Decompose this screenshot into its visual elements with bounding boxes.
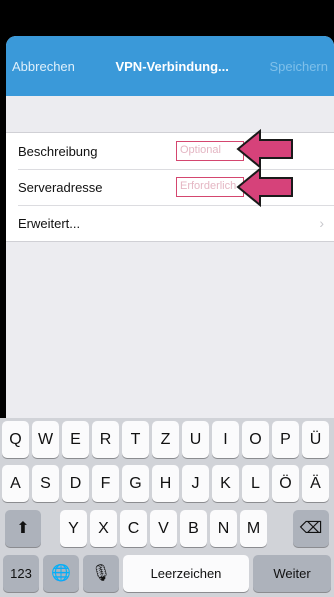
letter-key[interactable]: H [152, 465, 179, 502]
letter-key[interactable]: N [210, 510, 237, 547]
letter-key[interactable]: Ä [302, 465, 329, 502]
return-key[interactable]: Weiter [253, 555, 331, 592]
letter-key[interactable]: U [182, 421, 209, 458]
letter-key[interactable]: L [242, 465, 269, 502]
letter-key[interactable]: Ü [302, 421, 329, 458]
letter-key[interactable]: I [212, 421, 239, 458]
letter-key[interactable]: X [90, 510, 117, 547]
letter-key[interactable]: F [92, 465, 119, 502]
letter-key[interactable]: R [92, 421, 119, 458]
description-input[interactable]: Optional [176, 141, 244, 161]
letter-key[interactable]: E [62, 421, 89, 458]
letter-key[interactable]: C [120, 510, 147, 547]
letter-key[interactable]: Q [2, 421, 29, 458]
keyboard-row-2: ASDFGHJKLÖÄ [0, 465, 334, 502]
letter-key[interactable]: G [122, 465, 149, 502]
letter-key[interactable]: A [2, 465, 29, 502]
letter-key[interactable]: P [272, 421, 299, 458]
letter-key[interactable]: V [150, 510, 177, 547]
letter-key[interactable]: K [212, 465, 239, 502]
letter-key[interactable]: D [62, 465, 89, 502]
letter-key[interactable]: S [32, 465, 59, 502]
letter-key[interactable]: W [32, 421, 59, 458]
page-title: VPN-Verbindung... [115, 58, 229, 74]
letter-key[interactable]: Ö [272, 465, 299, 502]
letter-key[interactable]: Z [152, 421, 179, 458]
numbers-key[interactable]: 123 [3, 555, 39, 592]
letter-key[interactable]: O [242, 421, 269, 458]
letter-key[interactable]: J [182, 465, 209, 502]
keyboard: QWERTZUIOPÜ ASDFGHJKLÖÄ ⬆ ⌫ YXCVBNM 123 … [0, 418, 334, 597]
shift-key-icon[interactable]: ⬆ [5, 510, 41, 547]
server-address-label: Serveradresse [18, 179, 103, 195]
keyboard-row-3: ⬆ ⌫ YXCVBNM [0, 510, 334, 547]
space-key[interactable]: Leerzeichen [123, 555, 249, 592]
chevron-right-icon: › [319, 215, 324, 231]
letter-key[interactable]: M [240, 510, 267, 547]
annotation-arrow-icon [236, 166, 293, 208]
letter-key[interactable]: T [122, 421, 149, 458]
save-button[interactable]: Speichern [269, 59, 328, 74]
backspace-key-icon[interactable]: ⌫ [293, 510, 329, 547]
globe-key-icon[interactable]: 🌐 [43, 555, 79, 592]
letter-key[interactable]: B [180, 510, 207, 547]
keyboard-row-1: QWERTZUIOPÜ [0, 421, 334, 458]
cancel-button[interactable]: Abbrechen [12, 59, 75, 74]
navigation-bar: Abbrechen VPN-Verbindung... Speichern [6, 36, 334, 96]
annotation-arrow-icon [236, 128, 293, 170]
keyboard-row-4: 123 🌐 🎙 Leerzeichen Weiter [0, 555, 334, 592]
advanced-label: Erweitert... [18, 215, 81, 231]
server-address-input[interactable]: Erforderlich [176, 177, 244, 197]
letter-key[interactable]: Y [60, 510, 87, 547]
microphone-key-icon[interactable]: 🎙 [83, 555, 119, 592]
advanced-row[interactable]: Erweitert... › [6, 205, 334, 241]
description-label: Beschreibung [18, 143, 98, 159]
